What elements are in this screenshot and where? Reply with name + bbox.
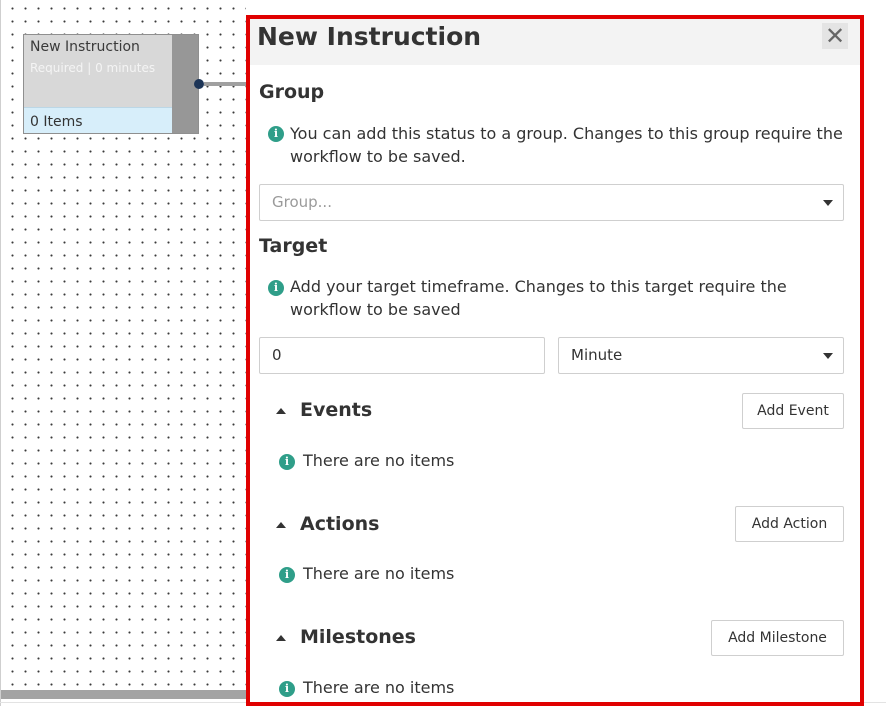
add-milestone-button[interactable]: Add Milestone [711,620,844,656]
target-info-text: Add your target timeframe. Changes to th… [290,277,787,319]
panel-title: New Instruction [257,22,482,51]
milestones-empty-text: There are no items [303,678,455,697]
group-heading: Group [259,81,325,103]
actions-empty-text: There are no items [303,564,455,583]
panel-header: New Instruction ✕ [250,19,860,65]
node-items-count: 0 Items [30,114,83,130]
milestones-heading[interactable]: Milestones [300,626,416,648]
add-event-button[interactable]: Add Event [742,393,844,429]
chevron-down-icon [823,353,833,359]
collapse-events-icon[interactable] [276,408,286,414]
node-footer: 0 Items [24,107,172,133]
close-icon[interactable]: ✕ [822,23,848,49]
add-action-button[interactable]: Add Action [735,506,844,542]
group-select-placeholder: Group... [272,193,332,211]
info-icon: i [279,454,295,470]
info-icon: i [268,280,284,296]
workflow-node[interactable]: New Instruction Required | 0 minutes 0 I… [23,34,199,134]
workflow-canvas[interactable]: New Instruction Required | 0 minutes 0 I… [0,0,248,706]
info-icon: i [279,681,295,697]
info-icon: i [268,126,284,142]
info-icon: i [279,567,295,583]
collapse-milestones-icon[interactable] [276,635,286,641]
connector-port[interactable] [194,79,204,89]
node-title: New Instruction [30,39,140,55]
target-value: 0 [272,346,282,364]
target-unit: Minute [571,346,623,364]
actions-heading[interactable]: Actions [300,513,379,535]
events-heading[interactable]: Events [300,399,372,421]
horizontal-scrollbar[interactable] [1,690,247,699]
connector-line [204,82,248,86]
node-subtitle: Required | 0 minutes [30,61,156,75]
target-value-input[interactable]: 0 [259,337,545,374]
target-heading: Target [259,235,328,257]
chevron-down-icon [823,200,833,206]
target-unit-select[interactable]: Minute [558,337,844,374]
group-select[interactable]: Group... [259,184,844,221]
instruction-panel: New Instruction ✕ Group i You can add th… [246,15,864,706]
group-info-text: You can add this status to a group. Chan… [290,124,843,166]
events-empty-text: There are no items [303,451,455,470]
collapse-actions-icon[interactable] [276,522,286,528]
